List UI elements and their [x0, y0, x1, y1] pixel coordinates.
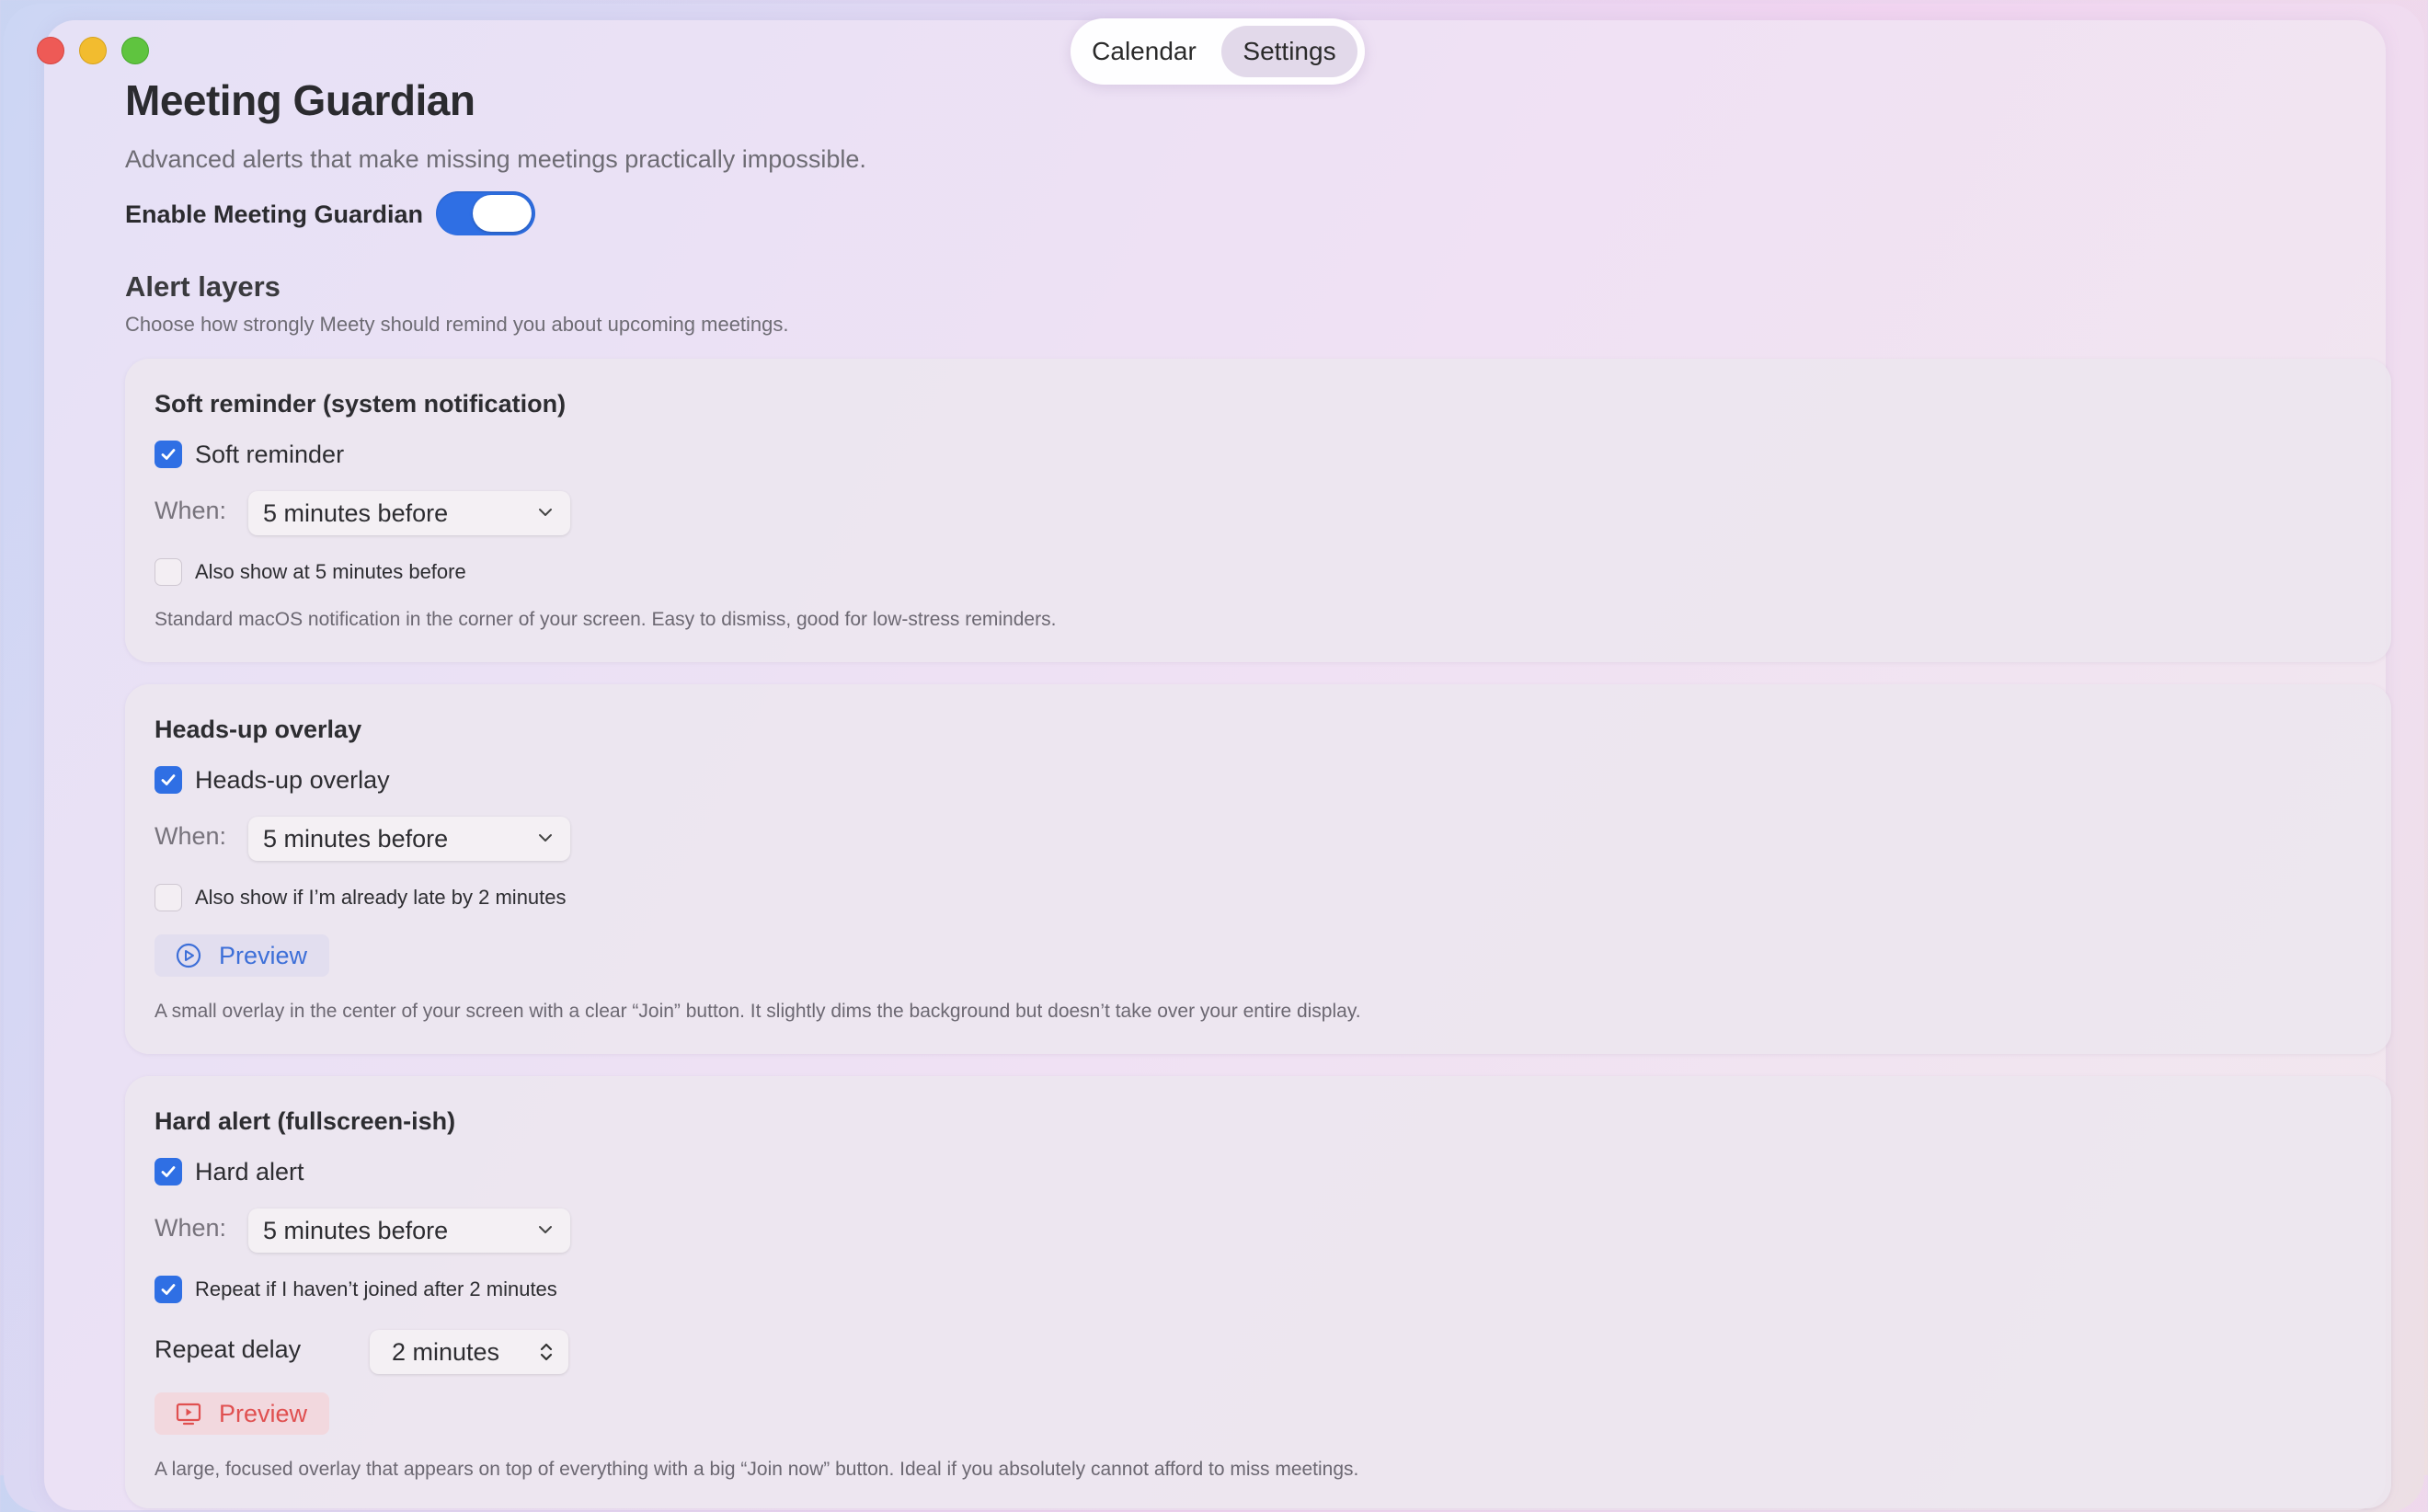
hard-alert-preview-label: Preview [219, 1399, 308, 1427]
heads-up-when-select[interactable]: 5 minutes before [248, 817, 570, 861]
heads-up-extra-checkbox-row[interactable]: Also show if I’m already late by 2 minut… [155, 883, 567, 912]
soft-extra-label: Also show at 5 minutes before [195, 560, 466, 583]
soft-reminder-card: Soft reminder (system notification) Soft… [125, 359, 2391, 662]
checkmark-icon [161, 1166, 176, 1177]
soft-when-value: 5 minutes before [263, 499, 449, 527]
heads-up-title: Heads-up overlay [155, 716, 362, 743]
enable-guardian-label: Enable Meeting Guardian [125, 200, 424, 228]
repeat-delay-label: Repeat delay [155, 1335, 302, 1363]
heads-up-checkbox[interactable] [155, 766, 182, 794]
hard-when-select[interactable]: 5 minutes before [248, 1208, 570, 1253]
hard-alert-description: A large, focused overlay that appears on… [155, 1459, 1359, 1480]
toggle-knob [473, 195, 532, 232]
hard-alert-checkbox-row[interactable]: Hard alert [155, 1157, 304, 1186]
tab-calendar[interactable]: Calendar [1080, 26, 1208, 77]
soft-extra-checkbox[interactable] [155, 558, 182, 586]
heads-up-when-value: 5 minutes before [263, 825, 449, 853]
app-window: Meeting Guardian Advanced alerts that ma… [4, 4, 2424, 1512]
hard-when-label: When: [155, 1214, 227, 1242]
hard-alert-title: Hard alert (fullscreen-ish) [155, 1107, 456, 1135]
heads-up-when-label: When: [155, 822, 227, 850]
soft-reminder-checkbox[interactable] [155, 441, 182, 468]
soft-extra-checkbox-row[interactable]: Also show at 5 minutes before [155, 557, 466, 587]
chevron-up-down-icon [540, 1343, 553, 1361]
tab-settings[interactable]: Settings [1221, 26, 1357, 77]
soft-when-select[interactable]: 5 minutes before [248, 491, 570, 535]
checkmark-icon [161, 1284, 176, 1295]
page-title: Meeting Guardian [125, 76, 475, 124]
hard-alert-label: Hard alert [195, 1157, 304, 1186]
heads-up-preview-label: Preview [219, 941, 308, 969]
checkmark-icon [161, 774, 176, 785]
heads-up-extra-checkbox[interactable] [155, 884, 182, 911]
soft-when-label: When: [155, 497, 227, 524]
window-minimize-button[interactable] [79, 37, 107, 64]
soft-reminder-description: Standard macOS notification in the corne… [155, 609, 1057, 630]
repeat-delay-value: 2 minutes [392, 1338, 500, 1366]
window-zoom-button[interactable] [121, 37, 149, 64]
view-segmented-control: Calendar Settings [1071, 18, 1365, 85]
chevron-down-icon [539, 1226, 552, 1233]
hard-when-value: 5 minutes before [263, 1217, 449, 1244]
hard-alert-checkbox[interactable] [155, 1158, 182, 1186]
heads-up-checkbox-row[interactable]: Heads-up overlay [155, 765, 390, 795]
checkmark-icon [161, 449, 176, 460]
soft-reminder-checkbox-row[interactable]: Soft reminder [155, 440, 344, 469]
play-circle-icon [176, 943, 201, 968]
display-play-icon [176, 1403, 201, 1426]
enable-guardian-toggle[interactable] [436, 191, 535, 235]
hard-repeat-checkbox[interactable] [155, 1276, 182, 1303]
hard-repeat-label: Repeat if I haven’t joined after 2 minut… [195, 1277, 557, 1300]
hard-alert-card: Hard alert (fullscreen-ish) Hard alert W… [125, 1076, 2391, 1508]
soft-reminder-label: Soft reminder [195, 440, 345, 468]
repeat-delay-select[interactable]: 2 minutes [370, 1330, 568, 1374]
hard-repeat-checkbox-row[interactable]: Repeat if I haven’t joined after 2 minut… [155, 1275, 557, 1304]
window-close-button[interactable] [37, 37, 64, 64]
heads-up-extra-label: Also show if I’m already late by 2 minut… [195, 886, 567, 909]
chevron-down-icon [539, 509, 552, 516]
soft-reminder-title: Soft reminder (system notification) [155, 390, 567, 418]
chevron-down-icon [539, 834, 552, 842]
heads-up-description: A small overlay in the center of your sc… [155, 1001, 1361, 1022]
heads-up-preview-button[interactable]: Preview [155, 934, 330, 977]
page-subtitle: Advanced alerts that make missing meetin… [125, 145, 866, 173]
heads-up-card: Heads-up overlay Heads-up overlay When: … [125, 684, 2391, 1054]
heads-up-label: Heads-up overlay [195, 765, 390, 794]
content-panel: Meeting Guardian Advanced alerts that ma… [44, 20, 2391, 1510]
alert-layers-title: Alert layers [125, 270, 281, 303]
hard-alert-preview-button[interactable]: Preview [155, 1392, 330, 1435]
alert-layers-description: Choose how strongly Meety should remind … [125, 313, 789, 336]
